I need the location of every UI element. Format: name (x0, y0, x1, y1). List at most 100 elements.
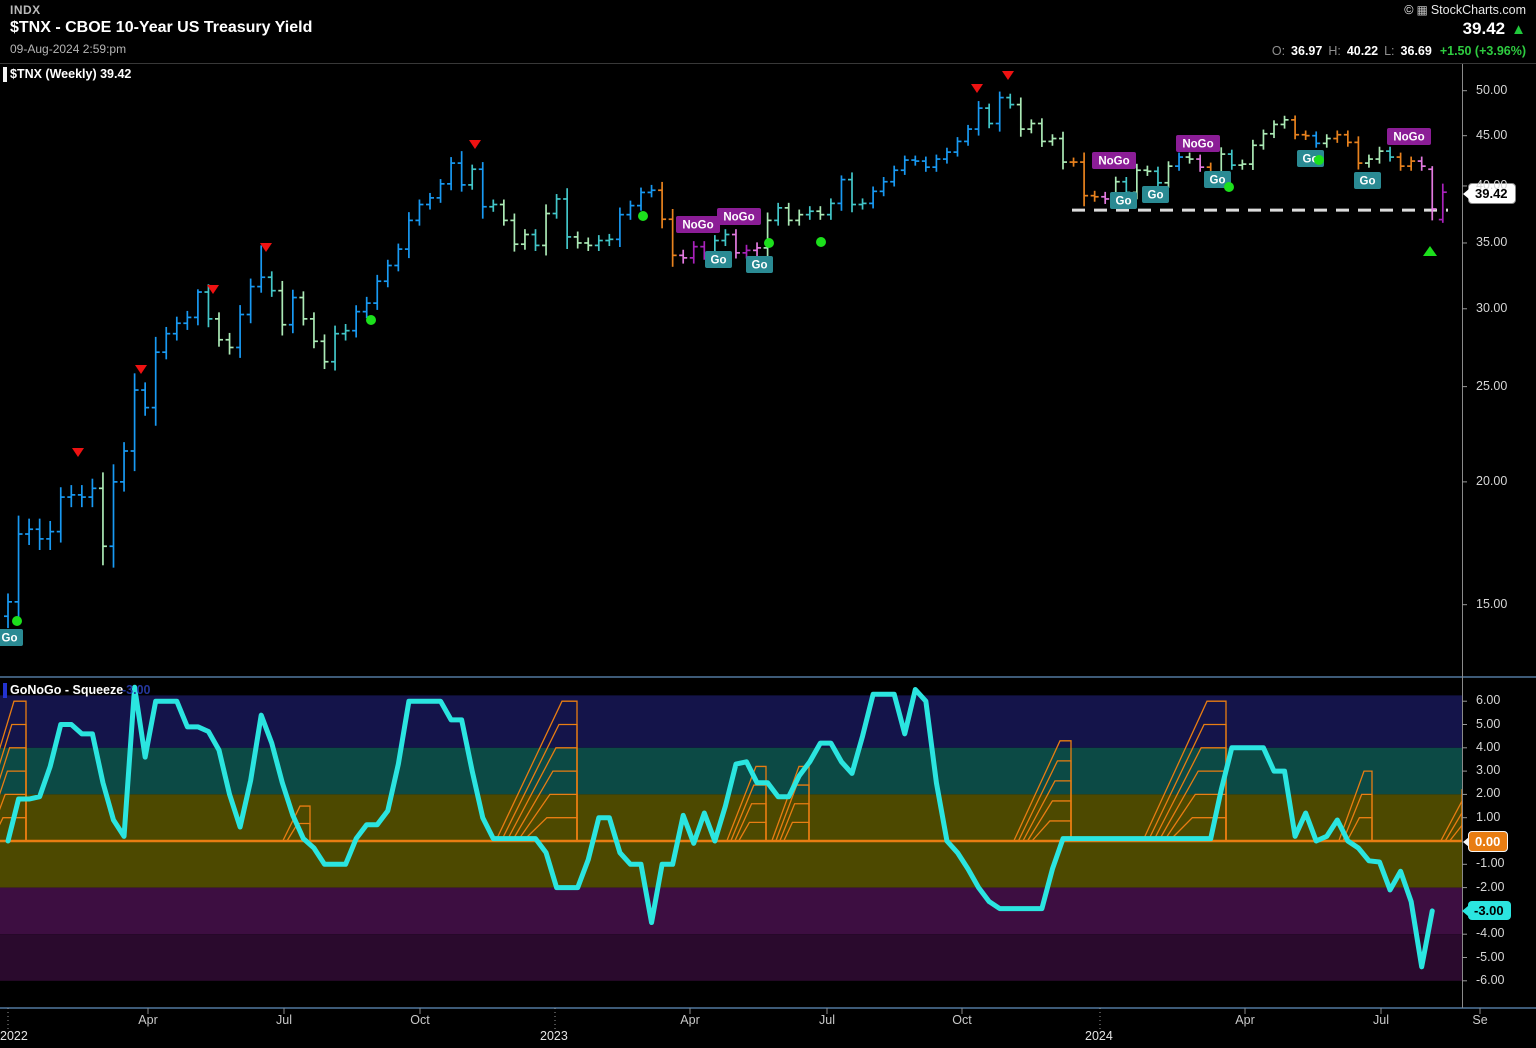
ohlc-bar (1006, 94, 1014, 109)
ohlc-bar (911, 156, 919, 166)
squeeze-band (0, 934, 1462, 981)
ohlc-bar (574, 232, 582, 249)
svg-text:NoGo: NoGo (1393, 132, 1424, 144)
high-label: H: (1328, 44, 1341, 58)
ohlc-bar (890, 166, 898, 187)
x-axis-month-label: Jul (1373, 1013, 1389, 1027)
ohlc-bar (299, 291, 307, 325)
squeeze-axis-label: 4.00 (1476, 740, 1500, 754)
ohlc-bar (1333, 130, 1341, 142)
ohlc-bar (363, 297, 371, 318)
ohlc-bar (1154, 167, 1162, 188)
squeeze-zero-axis-badge: 0.00 (1468, 831, 1508, 852)
up-arrow-icon: ▲ (1511, 21, 1526, 38)
ohlc-bar (152, 337, 160, 426)
ohlc-bar (236, 305, 244, 358)
ohl-row: O: 36.97 H: 40.22 L: 36.69 +1.50 (+3.96%… (1272, 44, 1526, 58)
page-title: $TNX - CBOE 10-Year US Treasury Yield (10, 19, 312, 37)
countertrend-go-dot (764, 238, 774, 248)
squeeze-axis-label: 3.00 (1476, 763, 1500, 777)
ohlc-bar (721, 229, 729, 246)
ohlc-bar (1428, 166, 1436, 220)
chart-page: GoNoGoNoGoGoGoNoGoGoGoNoGoGoGoGoNoGo IND… (0, 0, 1536, 1048)
ohlc-bar (1249, 140, 1257, 170)
ohlc-bar (1059, 132, 1067, 170)
svg-text:Go: Go (711, 255, 727, 267)
countertrend-go-dot (1314, 155, 1324, 165)
svg-text:NoGo: NoGo (1182, 139, 1213, 151)
ohlc-bar (669, 209, 677, 267)
ohlc-bar (447, 157, 455, 190)
go-badge: Go (705, 251, 732, 268)
open-value: 36.97 (1291, 44, 1322, 58)
squeeze-band (0, 695, 1462, 747)
price-axis-label: 25.00 (1476, 379, 1507, 393)
countertrend-sell-triangle (72, 448, 84, 457)
ohlc-bar (489, 200, 497, 212)
high-value: 40.22 (1347, 44, 1378, 58)
change-value: +1.50 (+3.96%) (1440, 44, 1526, 58)
ohlc-bar (816, 206, 824, 220)
countertrend-sell-triangle (1002, 71, 1014, 80)
svg-text:NoGo: NoGo (682, 220, 713, 232)
ohlc-bar (532, 229, 540, 251)
ohlc-bar (373, 275, 381, 310)
ohlc-bar (1270, 120, 1278, 138)
ohlc-bar (1312, 131, 1320, 147)
nogo-badge: NoGo (717, 208, 761, 225)
countertrend-go-dot (816, 237, 826, 247)
svg-text:Go: Go (1210, 175, 1226, 187)
squeeze-legend-chip (3, 683, 7, 698)
price-axis-label: 35.00 (1476, 235, 1507, 249)
low-label: L: (1384, 44, 1394, 58)
squeeze-axis-label: 6.00 (1476, 693, 1500, 707)
ohlc-bar (542, 204, 550, 255)
last-price: 39.42 ▲ (1463, 19, 1526, 39)
x-axis-month-label: Apr (138, 1013, 157, 1027)
copyright[interactable]: © ▦ StockCharts.com (1404, 3, 1526, 17)
ohlc-bar (1323, 134, 1331, 147)
ohlc-bar (1070, 158, 1078, 167)
ohlc-bar (268, 271, 276, 297)
ohlc-bar (880, 177, 888, 196)
ohlc-bar (1101, 192, 1109, 204)
ohlc-bar (1017, 97, 1025, 136)
ohlc-bar (648, 185, 656, 197)
price-axis-label: 45.00 (1476, 128, 1507, 142)
ohlc-bar (1038, 118, 1046, 147)
ohlc-bar (1376, 147, 1384, 164)
go-badge: Go (1142, 186, 1169, 203)
ohlc-bar (985, 104, 993, 129)
ohlc-bar (46, 521, 54, 550)
svg-text:Go: Go (2, 633, 18, 645)
countertrend-sell-triangle (469, 140, 481, 149)
ohlc-bar (1165, 161, 1173, 188)
ohlc-bar (36, 519, 44, 550)
ohlc-bar (690, 241, 698, 263)
ohlc-bar (468, 165, 476, 190)
ohlc-bar (1027, 119, 1035, 133)
squeeze-axis-label: 2.00 (1476, 786, 1500, 800)
ohlc-bar (764, 212, 772, 256)
ohlc-bar (1196, 155, 1204, 172)
x-axis-month-label: Apr (680, 1013, 699, 1027)
ohlc-bar (1354, 136, 1362, 169)
ohlc-bar (162, 327, 170, 359)
ohlc-bar (753, 242, 761, 256)
chart-canvas[interactable]: GoNoGoNoGoGoGoNoGoGoGoNoGoGoGoGoNoGo (0, 0, 1536, 1048)
ohlc-bar (426, 193, 434, 210)
ohlc-bar (321, 334, 329, 369)
go-badge: Go (0, 629, 23, 646)
ohlc-bar (595, 235, 603, 251)
ohlc-bar (1238, 160, 1246, 170)
price-panel: GoNoGoNoGoGoGoNoGoGoGoNoGoGoGoGoNoGo (0, 71, 1448, 646)
nogo-badge: NoGo (1387, 128, 1431, 145)
squeeze-axis-label: -4.00 (1476, 926, 1505, 940)
x-axis-month-label: Jul (819, 1013, 835, 1027)
ohlc-bar (774, 203, 782, 226)
ohlc-bar (415, 200, 423, 226)
ohlc-bar (1439, 184, 1447, 223)
ohlc-bar (437, 179, 445, 203)
countertrend-sell-triangle (971, 84, 983, 93)
ohlc-bar (975, 101, 983, 136)
